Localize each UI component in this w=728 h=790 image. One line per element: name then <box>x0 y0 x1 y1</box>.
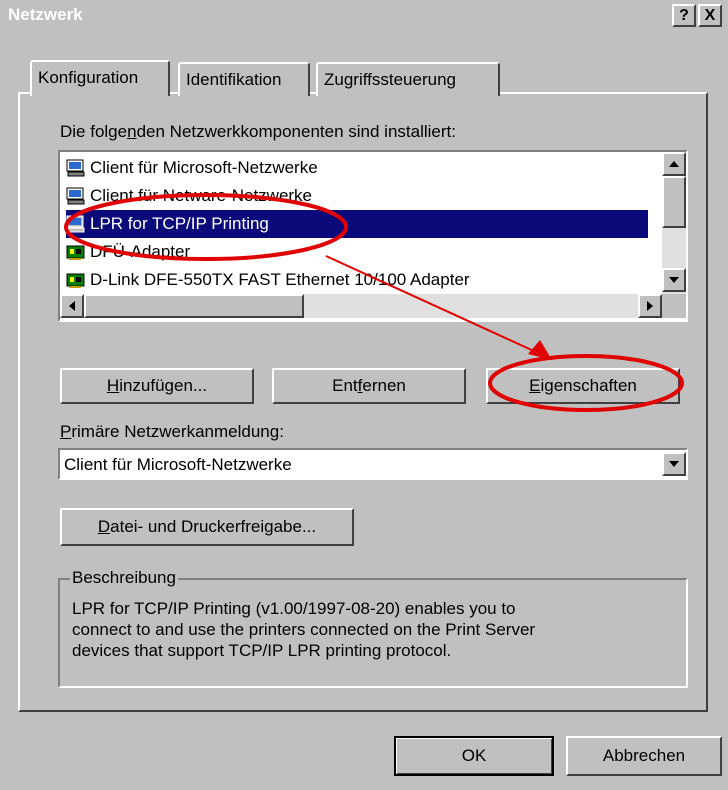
description-text: LPR for TCP/IP Printing (v1.00/1997-08-2… <box>72 599 536 660</box>
list-item[interactable]: Client für Microsoft-Netzwerke <box>66 154 646 182</box>
description-group: Beschreibung LPR for TCP/IP Printing (v1… <box>58 568 688 688</box>
ok-button[interactable]: OK <box>394 736 554 776</box>
scroll-thumb[interactable] <box>662 176 686 228</box>
properties-button[interactable]: Eigenschaften <box>486 368 680 404</box>
network-adapter-icon <box>66 243 86 261</box>
computer-icon <box>66 215 86 233</box>
computer-icon <box>66 187 86 205</box>
list-item[interactable]: DFÜ-Adapter <box>66 238 646 266</box>
dropdown-button[interactable] <box>662 452 686 476</box>
primary-logon-value: Client für Microsoft-Netzwerke <box>64 455 292 474</box>
scroll-corner <box>662 294 686 318</box>
vertical-scrollbar[interactable] <box>662 152 686 294</box>
horizontal-scrollbar[interactable] <box>60 294 662 318</box>
scroll-right-button[interactable] <box>638 294 662 318</box>
list-item[interactable]: Client für Netware-Netzwerke <box>66 182 646 210</box>
cancel-button[interactable]: Abbrechen <box>566 736 722 776</box>
help-button[interactable]: ? <box>672 4 696 27</box>
primary-logon-select[interactable]: Client für Microsoft-Netzwerke <box>58 448 688 480</box>
arrow-down-icon <box>669 277 679 283</box>
components-list[interactable]: Client für Microsoft-Netzwerke Client fü… <box>58 150 688 322</box>
arrow-up-icon <box>669 161 679 167</box>
arrow-left-icon <box>69 301 75 311</box>
scroll-thumb-horizontal[interactable] <box>84 294 304 318</box>
primary-logon-label: Primäre Netzwerkanmeldung: <box>60 422 284 441</box>
tab-konfiguration[interactable]: Konfiguration <box>30 60 170 96</box>
remove-button[interactable]: Entfernen <box>272 368 466 404</box>
list-item[interactable]: D-Link DFE-550TX FAST Ethernet 10/100 Ad… <box>66 266 646 294</box>
config-panel: Die folgenden Netzwerkkomponenten sind i… <box>18 92 708 712</box>
chevron-down-icon <box>669 461 679 467</box>
tab-zugriffssteuerung[interactable]: Zugriffssteuerung <box>316 62 500 96</box>
scroll-left-button[interactable] <box>60 294 84 318</box>
window-title: Netzwerk <box>8 5 83 24</box>
scroll-up-button[interactable] <box>662 152 686 176</box>
add-button[interactable]: Hinzufügen... <box>60 368 254 404</box>
components-label: Die folgenden Netzwerkkomponenten sind i… <box>60 122 456 141</box>
tab-identifikation[interactable]: Identifikation <box>178 62 310 96</box>
title-bar: Netzwerk ? X <box>0 0 728 34</box>
list-item-selected[interactable]: LPR for TCP/IP Printing <box>66 210 648 238</box>
description-legend: Beschreibung <box>70 568 178 588</box>
arrow-right-icon <box>647 301 653 311</box>
computer-icon <box>66 159 86 177</box>
file-printer-sharing-button[interactable]: Datei- und Druckerfreigabe... <box>60 508 354 546</box>
scroll-down-button[interactable] <box>662 268 686 292</box>
close-button[interactable]: X <box>698 4 722 27</box>
network-adapter-icon <box>66 271 86 289</box>
